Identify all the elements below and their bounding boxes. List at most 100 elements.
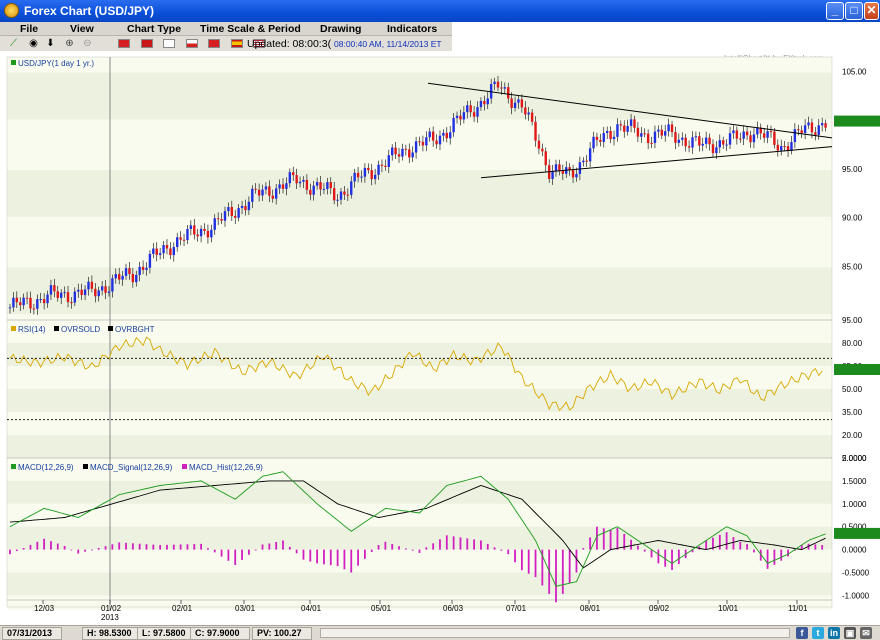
facebook-icon[interactable]: f [796, 627, 808, 639]
candle-body [274, 188, 278, 199]
macd-y-tick: 1.5000 [842, 477, 867, 486]
macd-hist-bar [159, 545, 162, 550]
candle-body [111, 278, 114, 292]
candle-body [172, 247, 175, 256]
hongkong-flag-icon[interactable] [140, 39, 153, 48]
candle-body [121, 275, 124, 280]
zoom-out-icon[interactable]: ⊖ [82, 38, 93, 49]
macd-hist-bar [671, 549, 673, 570]
poland-flag-icon[interactable] [185, 39, 198, 48]
candle-body [421, 141, 425, 146]
toolbar: ⟋ ◉ ⬇ ⊕ ⊖ Updated: 08:00:3( 08:00:40 AM, 11/… [0, 36, 452, 51]
candle-body [206, 230, 210, 238]
macd-hist-bar [534, 549, 537, 578]
macd-hist-bar [15, 549, 18, 552]
candle-body [186, 229, 189, 241]
candle-body [360, 176, 363, 178]
rsi-legend-swatch [54, 326, 59, 331]
macd-hist-bar [616, 528, 619, 550]
horizontal-scrollbar[interactable] [320, 628, 790, 638]
candle-body [670, 124, 674, 133]
candle-body [100, 286, 104, 291]
candle-body [773, 131, 776, 145]
chart-area[interactable]: 105.0095.0090.0085.0095.0080.0065.0050.0… [0, 51, 880, 625]
macd-hist-bar [166, 544, 168, 550]
candle-body [551, 171, 554, 179]
candle-body [63, 292, 66, 294]
candle-body [339, 191, 343, 200]
macd-hist-bar [29, 544, 32, 550]
print-icon[interactable]: ▣ [844, 627, 856, 639]
macd-hist-bar [787, 549, 789, 557]
menu-indicators[interactable]: Indicators [387, 23, 437, 35]
candle-body [667, 124, 670, 132]
linkedin-icon[interactable]: in [828, 627, 840, 639]
candle-body [435, 140, 438, 145]
macd-hist-bar [91, 549, 93, 551]
candle-body [97, 290, 100, 297]
candle-body [817, 125, 820, 135]
menu-file[interactable]: File [20, 23, 38, 35]
china-flag-icon[interactable] [118, 39, 130, 48]
macd-hist-bar [186, 544, 189, 550]
close-button[interactable]: ✕ [864, 2, 879, 20]
candle-body [346, 194, 350, 196]
down-arrow-icon[interactable]: ⬇ [45, 38, 56, 49]
menu-drawing[interactable]: Drawing [320, 23, 361, 35]
macd-hist-bar [814, 544, 817, 550]
candle-body [425, 137, 428, 146]
candle-body [302, 179, 305, 182]
macd-legend-swatch [182, 464, 187, 469]
candle-body [636, 127, 640, 137]
twitter-icon[interactable]: t [812, 627, 824, 639]
candle-body [711, 144, 715, 154]
candle-body [698, 136, 701, 146]
email-icon[interactable]: ✉ [860, 627, 872, 639]
macd-hist-bar [657, 549, 660, 564]
macd-hist-bar [480, 540, 482, 550]
candle-body [257, 189, 261, 196]
candle-body [793, 129, 797, 142]
minimize-button[interactable]: _ [826, 2, 844, 20]
candle-body [790, 141, 793, 151]
price-y-tick: 85.00 [842, 262, 863, 271]
macd-hist-bar [575, 549, 578, 573]
japan-flag-icon[interactable] [163, 39, 175, 48]
candle-body [599, 139, 602, 142]
window-title: Forex Chart (USD/JPY) [24, 4, 155, 18]
menu-view[interactable]: View [70, 23, 94, 35]
candle-body [261, 189, 264, 196]
macd-hist-bar [241, 549, 243, 560]
macd-hist-bar [609, 529, 612, 550]
candle-body [595, 136, 599, 140]
crosshair-icon[interactable]: ◉ [28, 38, 39, 49]
candle-body [298, 181, 302, 184]
rsi-grid-band [7, 389, 832, 412]
candle-body [445, 132, 448, 139]
macd-hist-bar [773, 549, 776, 565]
spain-flag-icon[interactable] [230, 39, 243, 48]
macd-hist-bar [295, 549, 298, 554]
candle-body [391, 147, 394, 156]
candle-body [418, 141, 421, 143]
candle-body [42, 299, 46, 304]
candle-body [431, 131, 435, 141]
candle-body [322, 188, 326, 190]
candle-body [544, 151, 547, 166]
line-draw-icon[interactable]: ⟋ [8, 38, 19, 49]
candle-body [240, 206, 244, 209]
turkey-flag-icon[interactable] [208, 39, 220, 48]
macd-hist-bar [568, 549, 571, 584]
menu-time-scale[interactable]: Time Scale & Period [200, 23, 301, 35]
menu-chart-type[interactable]: Chart Type [127, 23, 181, 35]
macd-hist-bar [227, 549, 230, 561]
zoom-in-icon[interactable]: ⊕ [64, 38, 75, 49]
candle-body [800, 130, 803, 133]
candle-body [145, 267, 148, 270]
maximize-button[interactable]: □ [845, 2, 863, 20]
candle-body [691, 137, 694, 148]
rsi-legend-swatch [11, 326, 16, 331]
candle-body [527, 112, 530, 115]
candle-body [486, 98, 489, 105]
candle-body [762, 133, 766, 138]
